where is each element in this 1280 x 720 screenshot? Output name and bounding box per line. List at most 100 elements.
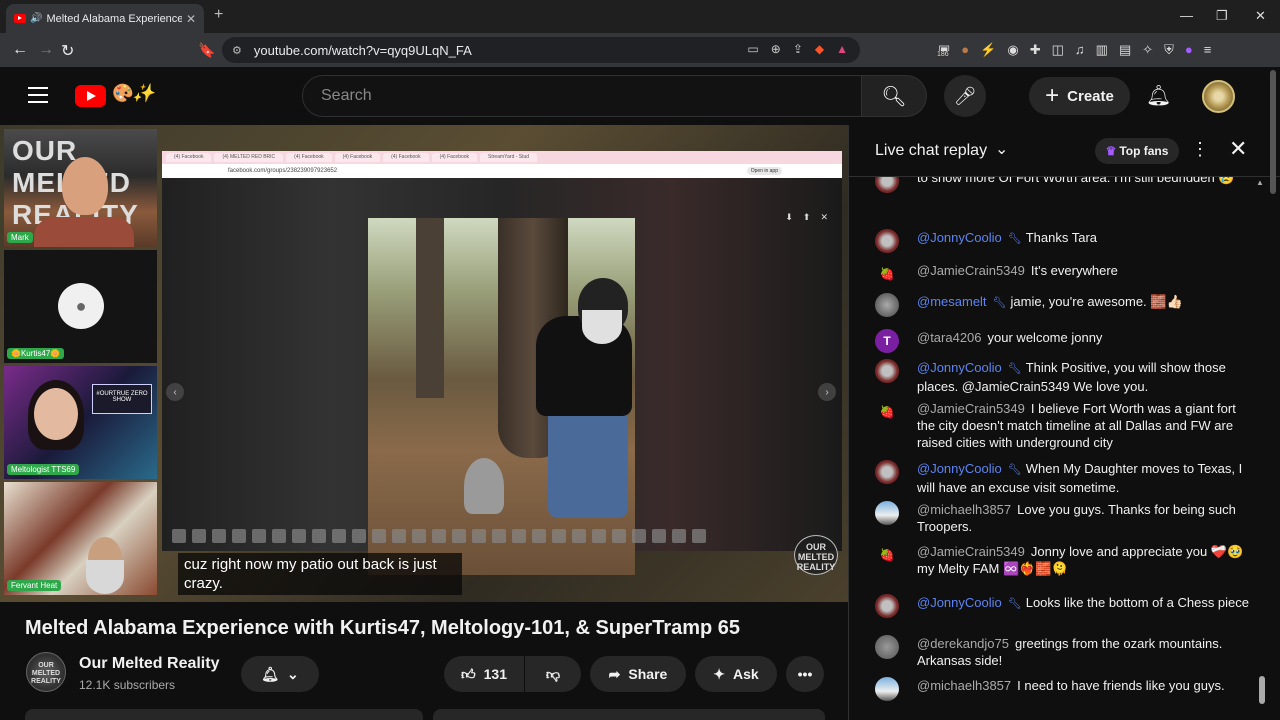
wallet-icon[interactable]: ▤ — [1119, 42, 1131, 58]
top-fans-label: Top fans — [1119, 144, 1169, 158]
subscribed-bell-button[interactable]: 🔔︎ ⌄ — [241, 656, 319, 692]
chevron-down-icon[interactable]: ⌄ — [995, 139, 1008, 159]
chat-author[interactable]: @JamieCrain5349 — [917, 544, 1025, 559]
minimize-icon[interactable]: — — [1180, 8, 1193, 23]
extension-circle-icon[interactable]: ◉ — [1007, 42, 1018, 58]
more-vertical-icon[interactable]: ⋮ — [1191, 139, 1209, 160]
search-input[interactable] — [321, 87, 861, 105]
share-button[interactable]: ➦ Share — [590, 656, 686, 692]
search-button[interactable]: 🔍︎ — [861, 75, 927, 117]
chat-avatar[interactable]: T — [875, 329, 899, 353]
forward-icon[interactable]: → — [38, 41, 54, 59]
like-button[interactable]: 👍︎ 131 — [444, 656, 524, 692]
chat-avatar[interactable] — [875, 359, 899, 383]
shared-screen: (4) Facebook (4) MELTED RED BRIC (4) Fac… — [162, 151, 842, 575]
youtube-doodle[interactable]: 🎨✨ — [110, 83, 155, 104]
related-chip[interactable] — [433, 709, 825, 720]
webcam-tile: #OURTRUE ZERO SHOW Meltologist TTS69 — [4, 366, 157, 479]
more-actions-button[interactable]: ••• — [786, 656, 824, 692]
chat-author[interactable]: @JonnyCoolio — [917, 595, 1002, 610]
reload-icon[interactable]: ↻ — [61, 41, 74, 61]
address-bar[interactable]: ⚙ youtube.com/watch?v=qyq9ULqN_FA ▭ ⊕ ⇪ … — [222, 37, 860, 63]
chat-author[interactable]: @mesamelt — [917, 294, 987, 309]
chat-author[interactable]: @JamieCrain5349 — [917, 263, 1025, 278]
top-fans-badge[interactable]: ♛ Top fans — [1095, 138, 1179, 164]
window-close-icon[interactable]: ✕ — [1255, 8, 1266, 24]
new-tab-icon[interactable]: + — [214, 6, 223, 24]
chat-avatar[interactable] — [875, 635, 899, 659]
chat-avatar[interactable] — [875, 177, 899, 193]
puzzle-icon[interactable]: ✚ — [1030, 42, 1041, 58]
chat-author[interactable]: @JonnyCoolio — [917, 461, 1002, 476]
chat-author[interactable]: @JonnyCoolio — [917, 230, 1002, 245]
chat-text: It's everywhere — [1030, 263, 1118, 278]
account-avatar[interactable] — [1202, 80, 1235, 113]
chat-text: to show more Of Fort Worth area. I'm sti… — [917, 177, 1235, 185]
bookmark-icon[interactable]: 🔖 — [198, 42, 215, 59]
chat-message: 🍓 @JamieCrain5349 It's everywhere — [875, 262, 1255, 286]
browser-tab[interactable]: 🔊 Melted Alabama Experience w ✕ — [6, 4, 204, 33]
subscriber-count: 12.1K subscribers — [79, 678, 176, 692]
notifications-bell-icon[interactable]: 🔔︎ — [1146, 83, 1171, 108]
chat-author[interactable]: @michaelh3857 — [917, 502, 1011, 517]
speaker-icon[interactable]: 🔊 — [30, 13, 42, 24]
voice-search-button[interactable]: 🎤︎ — [944, 75, 986, 117]
ask-button[interactable]: ✦ Ask — [695, 656, 777, 692]
chat-avatar[interactable] — [875, 501, 899, 525]
page-scrollbar-thumb[interactable] — [1270, 70, 1276, 194]
cookie-icon[interactable]: ● — [961, 42, 969, 58]
close-chat-icon[interactable]: ✕ — [1229, 136, 1247, 162]
upload-icon: ⬆ — [802, 212, 811, 222]
zoom-icon[interactable]: ⊕ — [771, 42, 781, 56]
chat-author[interactable]: @michaelh3857 — [917, 678, 1011, 693]
chat-messages[interactable]: to show more Of Fort Worth area. I'm sti… — [849, 177, 1269, 720]
guide-menu-icon[interactable] — [28, 87, 48, 108]
leo-icon[interactable]: ✧ — [1142, 42, 1153, 58]
chat-message: to show more Of Fort Worth area. I'm sti… — [875, 177, 1255, 193]
chat-author[interactable]: @JamieCrain5349 — [917, 401, 1025, 416]
chat-author[interactable]: @derekandjo75 — [917, 636, 1009, 651]
create-button[interactable]: + Create — [1029, 77, 1130, 115]
chat-scroll-up-icon[interactable]: ▲ — [1256, 178, 1264, 187]
strawberry-avatar-icon[interactable]: 🍓 — [875, 400, 899, 424]
chat-title[interactable]: Live chat replay — [875, 142, 987, 160]
screenshot-icon[interactable]: ◫ — [1052, 42, 1064, 58]
strawberry-avatar-icon[interactable]: 🍓 — [875, 543, 899, 567]
music-icon[interactable]: ♫ — [1075, 42, 1085, 58]
chat-author[interactable]: @tara4206 — [917, 330, 982, 345]
share-label: Share — [628, 666, 668, 682]
channel-watermark[interactable]: OUR MELTED REALITY — [794, 535, 838, 575]
chat-scrollbar-thumb[interactable] — [1259, 676, 1265, 704]
chat-avatar[interactable] — [875, 229, 899, 253]
channel-avatar[interactable]: OUR MELTED REALITY — [26, 652, 66, 692]
chat-avatar[interactable] — [875, 677, 899, 701]
maximize-icon[interactable]: ❐ — [1216, 8, 1228, 24]
youtube-logo[interactable] — [75, 85, 106, 107]
profile-icon[interactable]: ● — [1185, 42, 1193, 58]
cast-icon[interactable]: ▭ — [747, 42, 758, 56]
extension-bolt-icon[interactable]: ⚡ — [980, 42, 996, 58]
channel-name[interactable]: Our Melted Reality — [79, 655, 219, 673]
video-player[interactable]: OUR MELTED REALITY Mark ● 🌼Kurtis47🌼 #OU… — [0, 125, 848, 602]
webcam-label: Meltologist TTS69 — [7, 464, 80, 475]
tab-close-icon[interactable]: ✕ — [186, 12, 196, 26]
site-info-icon[interactable]: ⚙ — [232, 44, 242, 57]
dislike-button[interactable]: 👎︎ — [525, 656, 581, 692]
chat-avatar[interactable] — [875, 460, 899, 484]
vpn-icon[interactable]: ⛨ — [1164, 42, 1174, 58]
chat-author[interactable]: @JonnyCoolio — [917, 360, 1002, 375]
brave-rewards-icon[interactable]: ▲ — [836, 42, 848, 56]
brave-shield-icon[interactable]: ◆ — [815, 42, 824, 56]
extension-badge-icon[interactable]: ▣ 186 — [936, 42, 950, 58]
shared-tab: (4) MELTED RED BRIC — [214, 153, 284, 162]
back-icon[interactable]: ← — [12, 41, 28, 59]
share-page-icon[interactable]: ⇪ — [793, 42, 803, 56]
description-box[interactable] — [25, 709, 423, 720]
sidebar-icon[interactable]: ▥ — [1096, 42, 1108, 58]
shared-screen-tabs: (4) Facebook (4) MELTED RED BRIC (4) Fac… — [162, 151, 842, 164]
create-label: Create — [1067, 87, 1114, 105]
chat-avatar[interactable] — [875, 594, 899, 618]
menu-icon[interactable]: ≡ — [1204, 42, 1212, 58]
chat-avatar[interactable] — [875, 293, 899, 317]
strawberry-avatar-icon[interactable]: 🍓 — [875, 262, 899, 286]
